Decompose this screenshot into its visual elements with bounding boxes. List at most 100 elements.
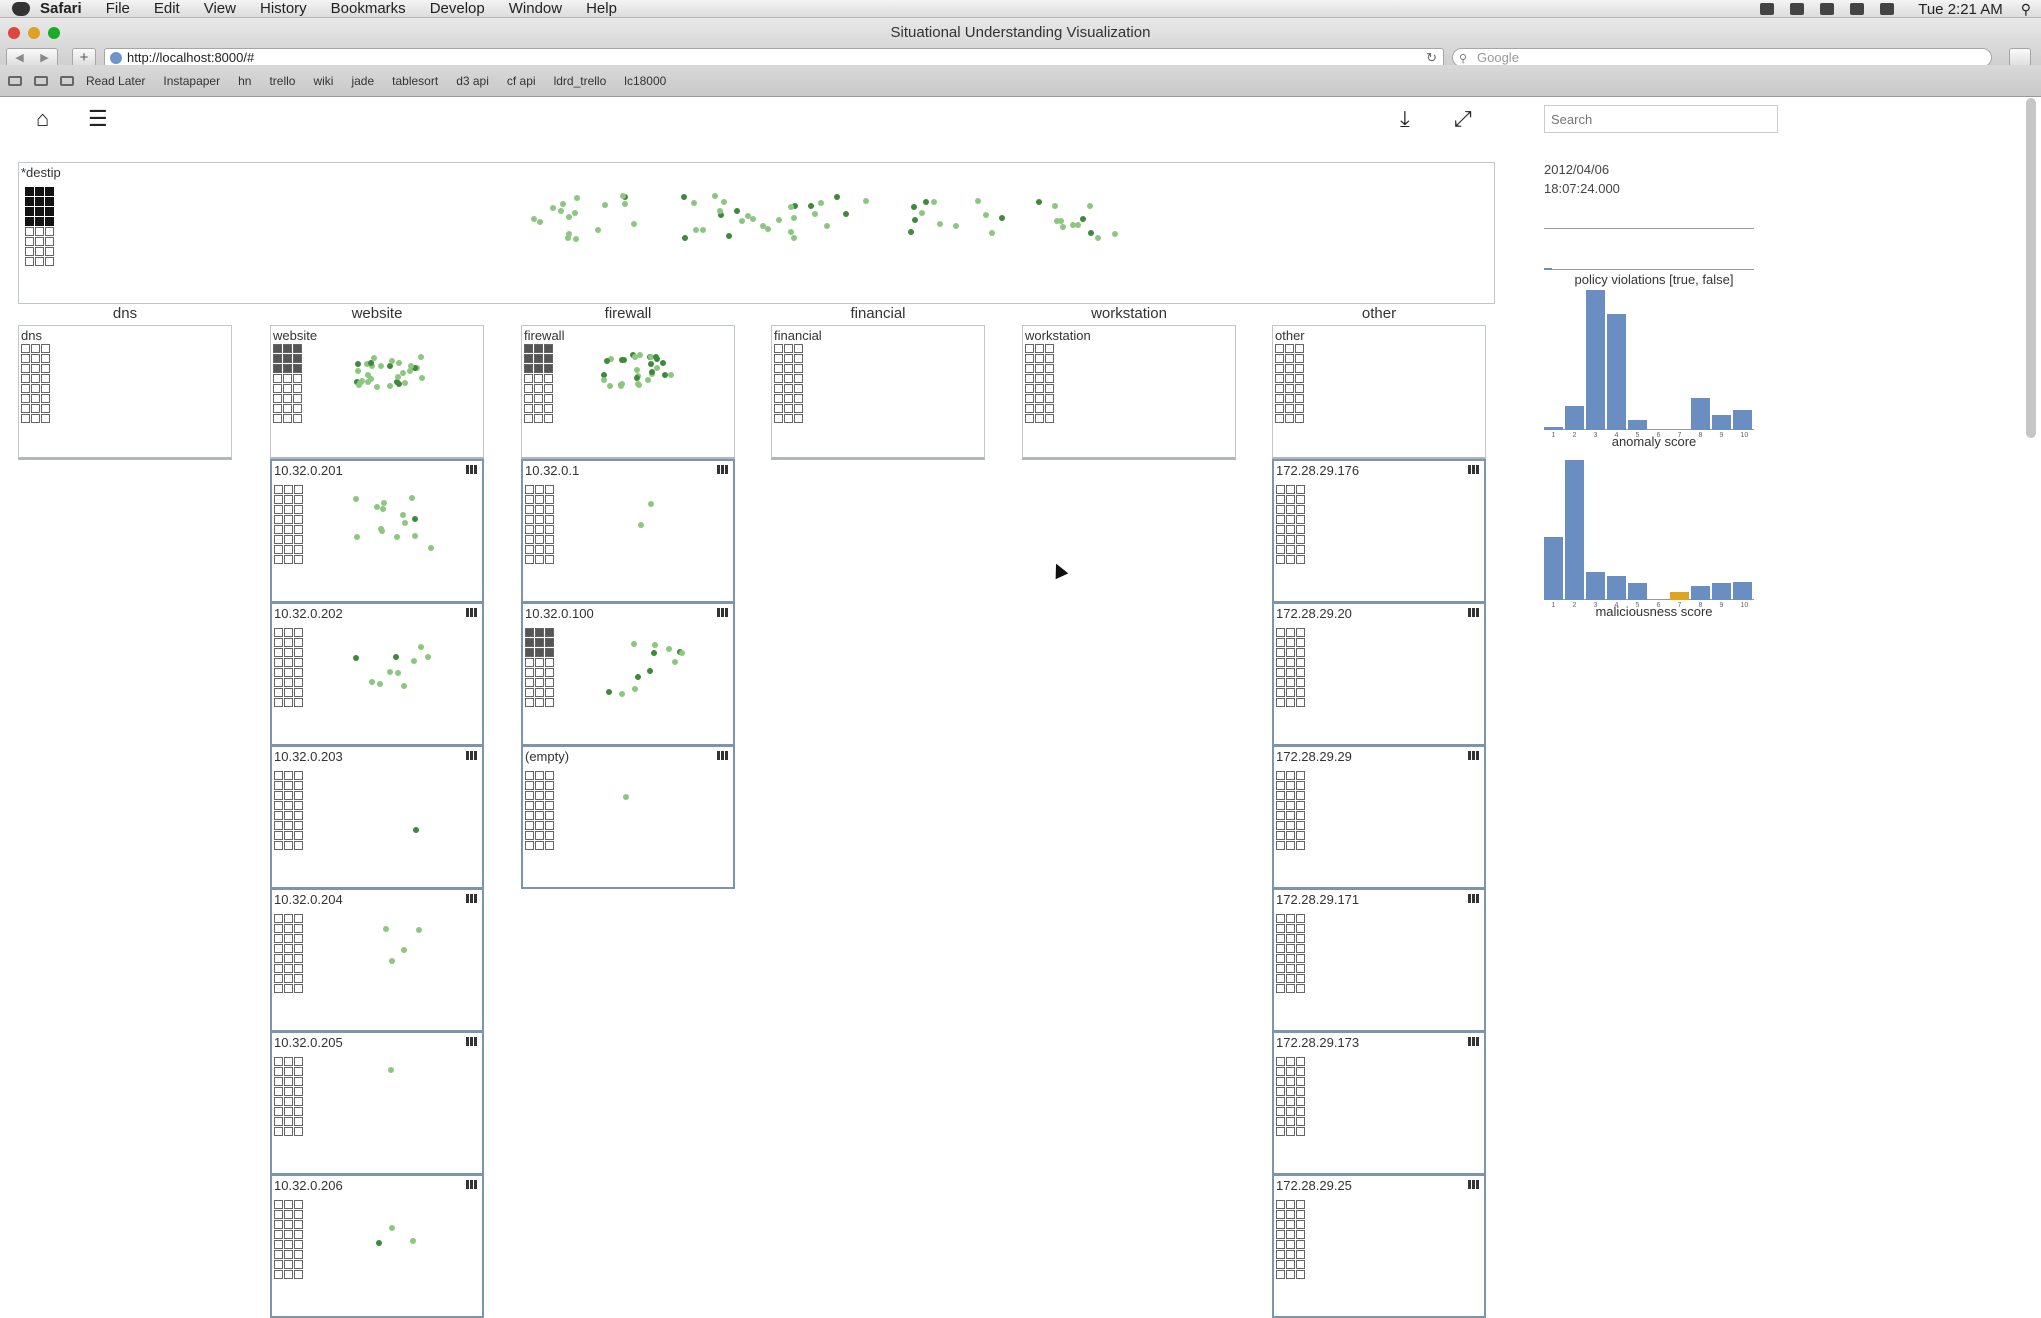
menubar-clock[interactable]: Tue 2:21 AM <box>1918 1 2003 18</box>
histogram-bar[interactable] <box>1733 410 1752 430</box>
summary-panel-workstation[interactable]: workstation <box>1022 325 1236 460</box>
status-icon[interactable] <box>1760 3 1775 15</box>
menu-edit[interactable]: Edit <box>154 0 180 17</box>
apple-icon[interactable] <box>12 1 30 16</box>
spotlight-icon[interactable]: ⚲ <box>2021 1 2031 18</box>
histogram-bar[interactable] <box>1628 583 1647 600</box>
url-text[interactable]: http://localhost:8000/# <box>127 50 254 65</box>
summary-panel-financial[interactable]: financial <box>771 325 985 460</box>
bookmark-link[interactable]: cf api <box>507 74 536 88</box>
histogram-bar[interactable] <box>1712 414 1731 430</box>
status-icon[interactable] <box>1790 3 1805 15</box>
menu-history[interactable]: History <box>260 0 307 17</box>
host-panel[interactable]: 172.28.29.176 <box>1272 459 1486 603</box>
host-panel[interactable]: 172.28.29.171 <box>1272 888 1486 1032</box>
scatter-point <box>604 358 610 364</box>
histogram-bar[interactable] <box>1607 313 1626 430</box>
host-panel[interactable]: 10.32.0.1 <box>521 459 735 603</box>
host-panel[interactable]: 172.28.29.29 <box>1272 745 1486 889</box>
host-panel[interactable]: 172.28.29.25 <box>1272 1174 1486 1318</box>
download-icon[interactable]: ⤓ <box>1400 106 1410 132</box>
sidebar-search-input[interactable] <box>1544 105 1778 133</box>
bookmark-link[interactable]: jade <box>351 74 374 88</box>
home-icon[interactable]: ⌂ <box>36 106 49 132</box>
list-icon[interactable]: ☰ <box>88 106 108 132</box>
expand-icon[interactable]: ⤢ <box>1454 106 1472 132</box>
grid-view-icon[interactable] <box>1468 465 1480 474</box>
menu-view[interactable]: View <box>204 0 236 17</box>
summary-panel-website[interactable]: website <box>270 325 484 460</box>
grid-cell <box>1275 414 1284 423</box>
histogram-bar[interactable] <box>1586 290 1605 430</box>
histogram-bar[interactable] <box>1691 397 1710 430</box>
grid-cell <box>1286 914 1295 923</box>
bookmark-link[interactable]: ldrd_trello <box>554 74 607 88</box>
host-panel[interactable]: 10.32.0.201 <box>270 459 484 603</box>
summary-panel-firewall[interactable]: firewall <box>521 325 735 460</box>
bookmark-link[interactable]: wiki <box>313 74 333 88</box>
histogram-bar[interactable] <box>1607 576 1626 600</box>
grid-view-icon[interactable] <box>717 465 729 474</box>
summary-panel-other[interactable]: other <box>1272 325 1486 460</box>
grid-view-icon[interactable] <box>1468 751 1480 760</box>
histogram-bar[interactable] <box>1691 586 1710 600</box>
histogram-bar[interactable] <box>1586 572 1605 600</box>
host-panel[interactable]: 10.32.0.202 <box>270 602 484 746</box>
status-icon[interactable] <box>1820 3 1835 15</box>
histogram-bar[interactable] <box>1628 420 1647 430</box>
bookmark-link[interactable]: d3 api <box>456 74 489 88</box>
host-panel[interactable]: 10.32.0.205 <box>270 1031 484 1175</box>
bookmark-link[interactable]: tablesort <box>392 74 438 88</box>
grid-cell <box>284 1127 293 1136</box>
grid-view-icon[interactable] <box>1468 894 1480 903</box>
menu-help[interactable]: Help <box>586 0 617 17</box>
summary-panel-dns[interactable]: dns <box>18 325 232 460</box>
bookmark-link[interactable]: trello <box>269 74 295 88</box>
host-panel[interactable]: 10.32.0.206 <box>270 1174 484 1318</box>
back-icon[interactable]: ◀ <box>15 51 23 64</box>
grid-view-icon[interactable] <box>717 751 729 760</box>
histogram-bar[interactable] <box>1544 268 1552 270</box>
histogram-bar[interactable] <box>1670 591 1689 600</box>
histogram-bar[interactable] <box>1544 427 1563 430</box>
grid-view-icon[interactable] <box>466 608 478 617</box>
bookmark-link[interactable]: lc18000 <box>624 74 666 88</box>
wifi-icon[interactable] <box>1850 3 1865 15</box>
page-scrollbar[interactable] <box>2026 98 2036 438</box>
menu-file[interactable]: File <box>106 0 130 17</box>
top-sites-icon[interactable] <box>60 75 74 86</box>
grid-view-icon[interactable] <box>466 894 478 903</box>
histogram-bar[interactable] <box>1544 537 1563 600</box>
reading-list-icon[interactable] <box>8 75 22 86</box>
host-panel[interactable]: 172.28.29.173 <box>1272 1031 1486 1175</box>
scatter-point <box>401 947 407 953</box>
menu-app[interactable]: Safari <box>40 0 82 17</box>
bookmark-link[interactable]: hn <box>238 74 251 88</box>
host-panel[interactable]: 172.28.29.20 <box>1272 602 1486 746</box>
bookmarks-icon[interactable] <box>34 75 48 86</box>
bookmark-link[interactable]: Instapaper <box>163 74 220 88</box>
grid-view-icon[interactable] <box>466 465 478 474</box>
histogram-bar[interactable] <box>1733 581 1752 600</box>
histogram-bar[interactable] <box>1565 460 1584 600</box>
volume-icon[interactable] <box>1880 3 1895 15</box>
host-panel[interactable]: 10.32.0.100 <box>521 602 735 746</box>
histogram-bar[interactable] <box>1712 583 1731 600</box>
host-panel[interactable]: 10.32.0.204 <box>270 888 484 1032</box>
menu-window[interactable]: Window <box>509 0 562 17</box>
grid-view-icon[interactable] <box>466 1180 478 1189</box>
grid-view-icon[interactable] <box>717 608 729 617</box>
menu-bookmarks[interactable]: Bookmarks <box>331 0 406 17</box>
grid-view-icon[interactable] <box>466 751 478 760</box>
histogram-bar[interactable] <box>1565 406 1584 430</box>
menu-develop[interactable]: Develop <box>430 0 485 17</box>
bookmark-link[interactable]: Read Later <box>86 74 145 88</box>
grid-view-icon[interactable] <box>1468 1037 1480 1046</box>
host-panel[interactable]: (empty) <box>521 745 735 889</box>
grid-view-icon[interactable] <box>1468 608 1480 617</box>
reload-icon[interactable]: ↻ <box>1426 49 1437 66</box>
grid-view-icon[interactable] <box>466 1037 478 1046</box>
host-panel[interactable]: 10.32.0.203 <box>270 745 484 889</box>
forward-icon[interactable]: ▶ <box>40 51 48 64</box>
grid-view-icon[interactable] <box>1468 1180 1480 1189</box>
